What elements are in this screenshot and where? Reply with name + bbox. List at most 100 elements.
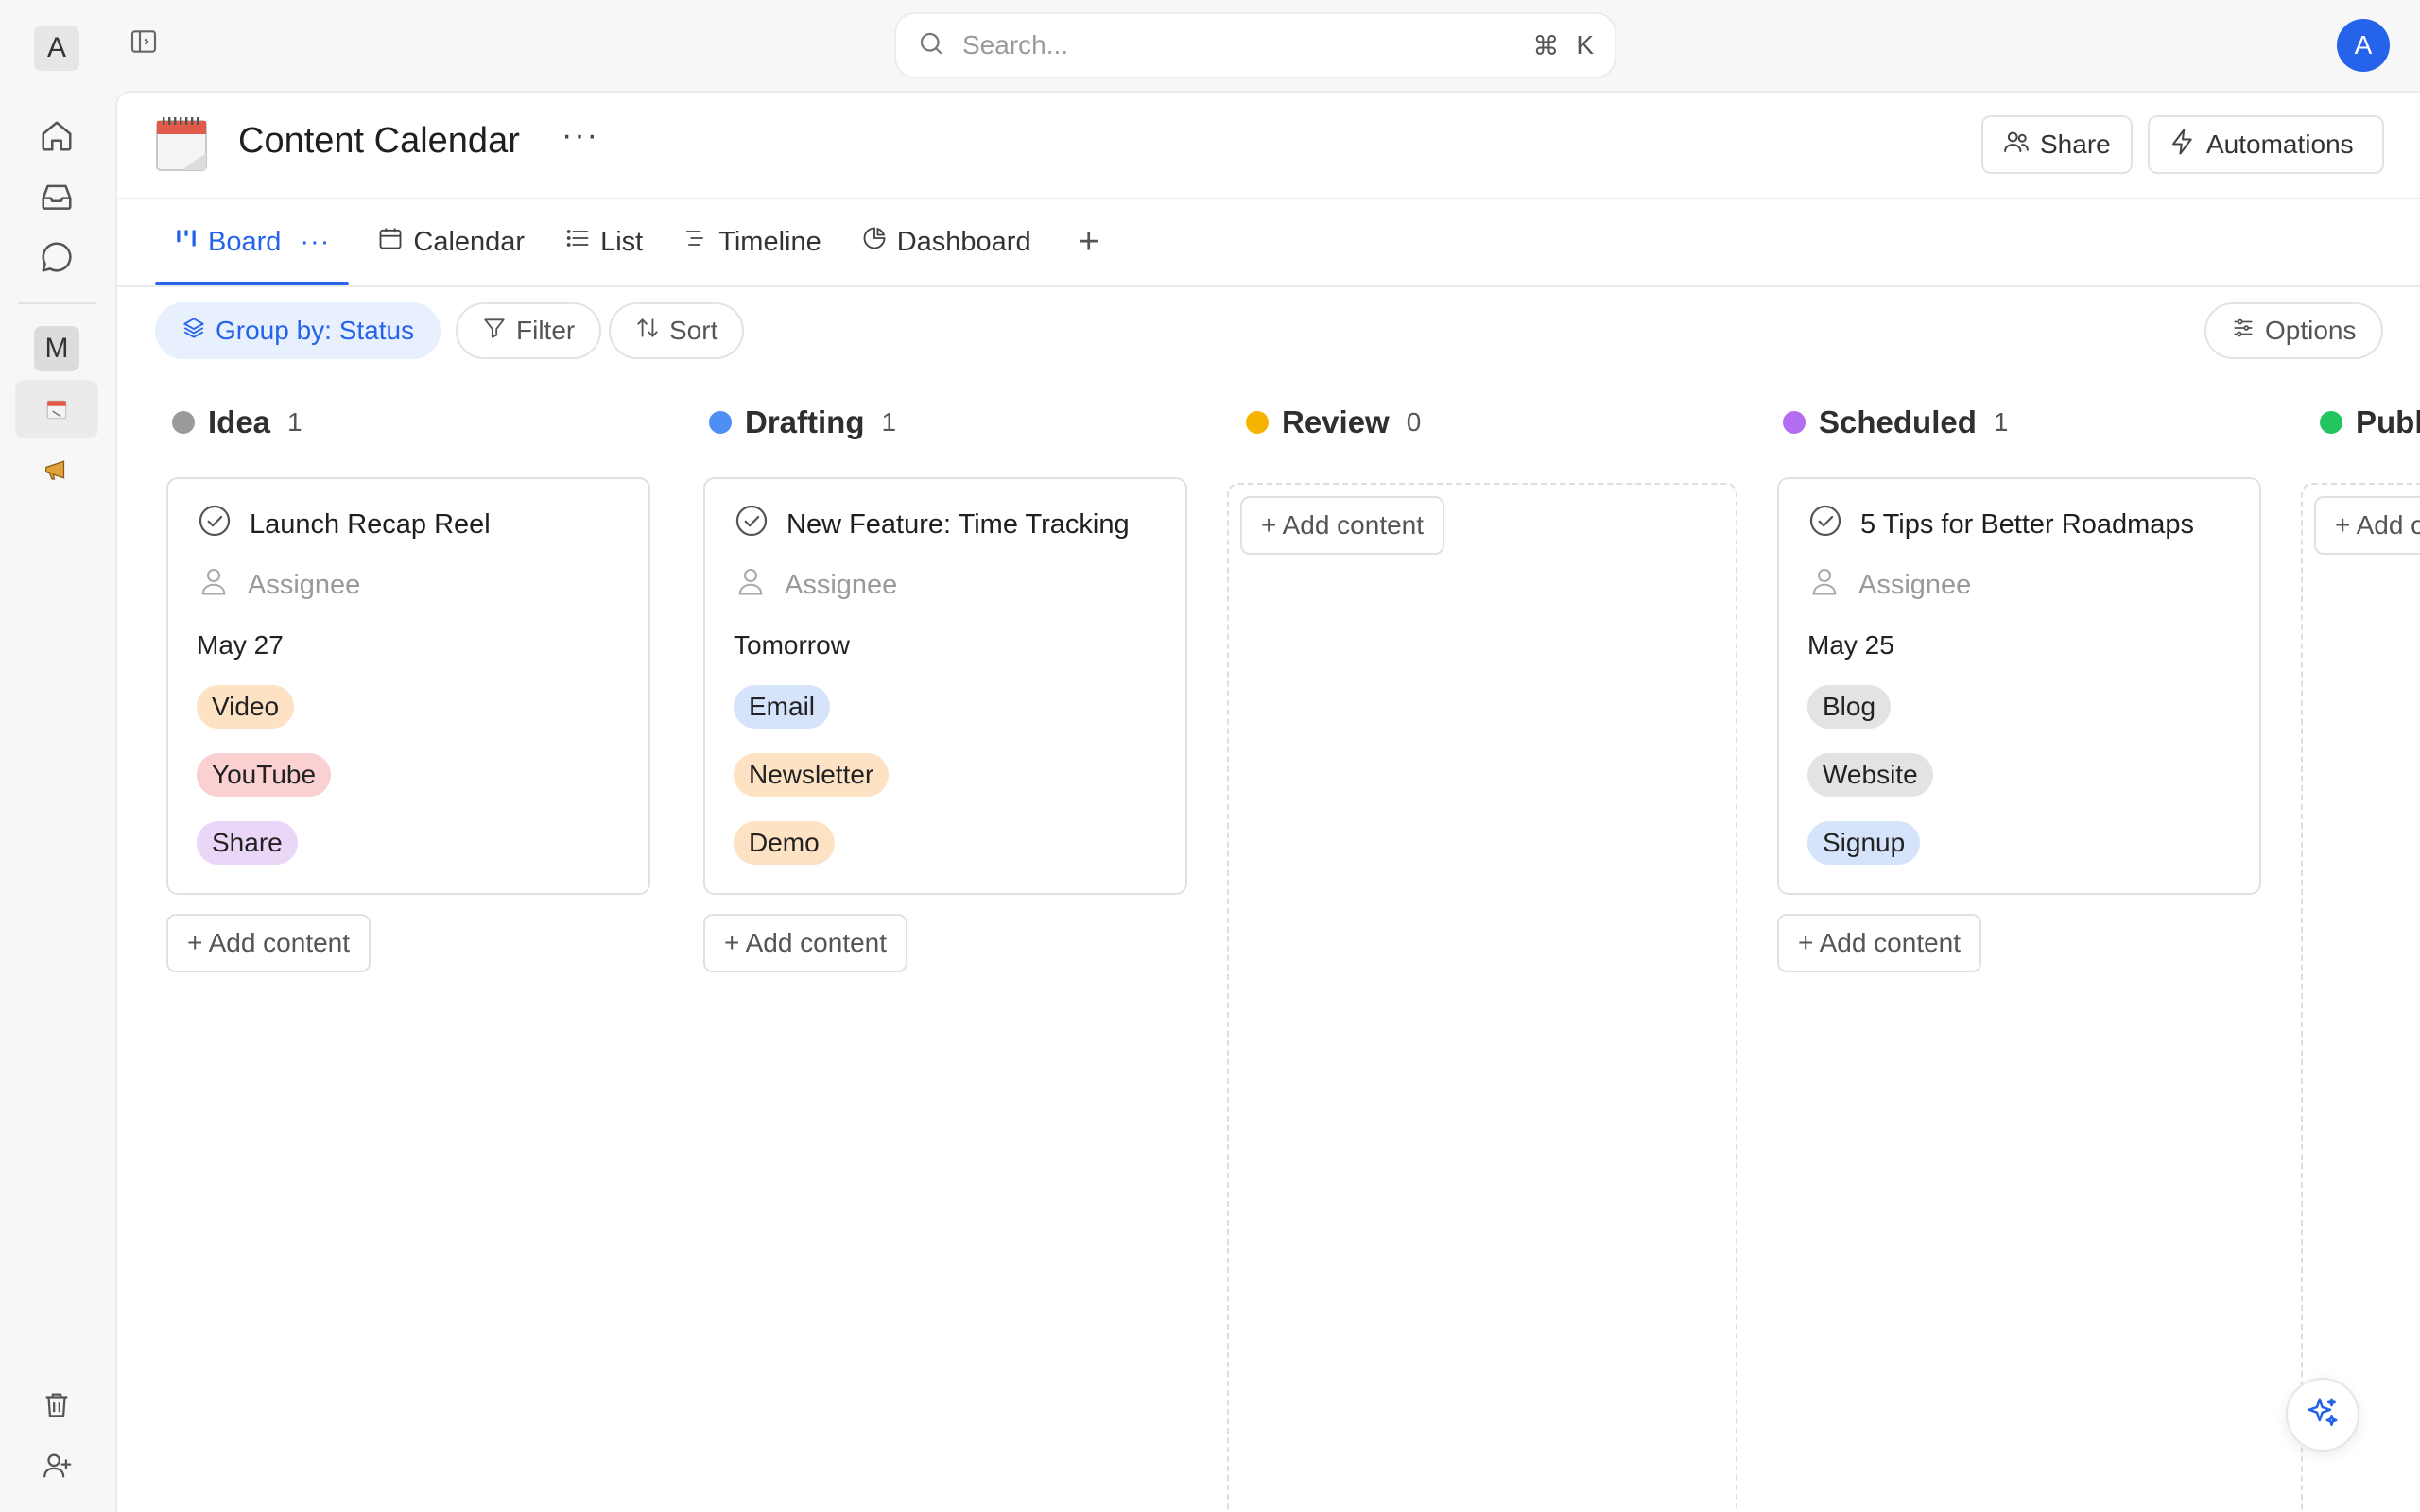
tab-list[interactable]: List — [564, 198, 643, 285]
column-title: Drafting — [745, 404, 865, 439]
status-dot — [172, 411, 195, 434]
card-date[interactable]: Tomorrow — [734, 627, 1157, 664]
check-circle-icon[interactable] — [1807, 503, 1843, 546]
card-date[interactable]: May 27 — [197, 627, 620, 664]
inbox-icon[interactable] — [35, 175, 78, 218]
group-by-button[interactable]: Group by: Status — [155, 302, 441, 359]
card-title: New Feature: Time Tracking — [786, 508, 1130, 540]
search-icon — [917, 29, 945, 62]
column-count: 1 — [1993, 407, 2009, 437]
tag-blog[interactable]: Blog — [1807, 685, 1892, 729]
calendar-page-icon — [155, 115, 208, 172]
search-input[interactable]: Search... ⌘ K — [894, 12, 1616, 78]
check-circle-icon[interactable] — [734, 503, 769, 546]
filter-icon — [482, 316, 507, 347]
search-placeholder: Search... — [962, 30, 1069, 60]
user-avatar[interactable]: A — [2337, 19, 2390, 72]
tag-demo[interactable]: Demo — [734, 821, 835, 865]
add-content-button[interactable]: + Add content — [1240, 496, 1445, 555]
column-title: Review — [1282, 404, 1390, 439]
add-content-button[interactable]: + Add content — [166, 914, 372, 972]
column-header-published: Publ — [2320, 404, 2420, 440]
tab-board[interactable]: Board ··· — [155, 198, 350, 285]
content-card[interactable]: Launch Recap Reel Assignee May 27 Video … — [166, 477, 650, 895]
trash-icon[interactable] — [35, 1383, 78, 1427]
assignee-field[interactable]: Assignee — [197, 566, 620, 604]
sort-label: Sort — [669, 316, 718, 345]
tab-dashboard-label: Dashboard — [896, 226, 1031, 257]
layers-icon — [182, 316, 206, 347]
sliders-icon — [2231, 316, 2256, 347]
tab-list-label: List — [600, 226, 644, 257]
tag-email[interactable]: Email — [734, 685, 831, 729]
pie-chart-icon — [861, 225, 888, 259]
ai-sparkle-button[interactable] — [2286, 1378, 2360, 1452]
main-panel: Content Calendar ··· Share Automations B… — [115, 91, 2420, 1512]
board-icon — [174, 226, 199, 258]
sort-button[interactable]: Sort — [609, 302, 745, 359]
share-button[interactable]: Share — [1981, 115, 2133, 174]
tab-dashboard[interactable]: Dashboard — [861, 198, 1031, 285]
column-header-review: Review 0 — [1246, 404, 1421, 440]
user-icon — [1807, 564, 1841, 606]
calendar-page-icon[interactable] — [15, 380, 98, 438]
sparkle-icon — [2305, 1395, 2341, 1435]
status-dot — [2320, 411, 2342, 434]
add-content-button[interactable]: + Add content — [703, 914, 908, 972]
sort-icon — [635, 316, 660, 347]
card-date[interactable]: May 25 — [1807, 627, 2231, 664]
column-count: 0 — [1406, 407, 1422, 437]
automations-label: Automations — [2206, 129, 2354, 159]
content-card[interactable]: New Feature: Time Tracking Assignee Tomo… — [703, 477, 1187, 895]
page-more-menu[interactable]: ··· — [562, 117, 599, 154]
shortcut-key: K — [1576, 30, 1594, 60]
card-title: Launch Recap Reel — [250, 508, 491, 540]
tag-signup[interactable]: Signup — [1807, 821, 1921, 865]
content-card[interactable]: 5 Tips for Better Roadmaps Assignee May … — [1777, 477, 2261, 895]
tab-timeline[interactable]: Timeline — [683, 198, 821, 285]
megaphone-icon[interactable] — [35, 448, 78, 491]
list-icon — [564, 225, 591, 259]
column-header-drafting: Drafting 1 — [709, 404, 896, 440]
check-circle-icon[interactable] — [197, 503, 233, 546]
tag-video[interactable]: Video — [197, 685, 295, 729]
options-button[interactable]: Options — [2204, 302, 2383, 359]
filter-button[interactable]: Filter — [456, 302, 602, 359]
empty-column-dropzone — [2301, 483, 2420, 1512]
timeline-icon — [683, 225, 709, 259]
add-content-button[interactable]: + Add content — [1777, 914, 1982, 972]
tabs-divider — [117, 285, 2420, 287]
share-label: Share — [2040, 129, 2111, 159]
invite-user-icon[interactable] — [35, 1444, 78, 1487]
tab-calendar[interactable]: Calendar — [377, 198, 525, 285]
add-view-button[interactable]: + — [1079, 222, 1099, 263]
tag-newsletter[interactable]: Newsletter — [734, 753, 890, 797]
rail-divider — [19, 302, 96, 304]
tab-calendar-label: Calendar — [413, 226, 526, 257]
chat-icon[interactable] — [35, 235, 78, 279]
column-title: Publ — [2356, 404, 2420, 439]
automations-button[interactable]: Automations — [2148, 115, 2384, 174]
view-tabs: Board ··· Calendar List Timeline Dashboa… — [155, 198, 1099, 285]
assignee-field[interactable]: Assignee — [1807, 566, 2231, 604]
tab-board-more[interactable]: ··· — [300, 227, 330, 258]
shortcut-command-icon: ⌘ — [1532, 30, 1560, 60]
tag-website[interactable]: Website — [1807, 753, 1933, 797]
workspace-badge[interactable]: A — [34, 26, 79, 71]
calendar-icon — [377, 225, 404, 259]
assignee-field[interactable]: Assignee — [734, 566, 1157, 604]
column-header-idea: Idea 1 — [172, 404, 302, 440]
tag-share[interactable]: Share — [197, 821, 298, 865]
status-dot — [709, 411, 732, 434]
lightning-icon — [2169, 128, 2197, 163]
sidebar-toggle-icon[interactable] — [125, 23, 163, 60]
home-icon[interactable] — [35, 114, 78, 158]
status-dot — [1246, 411, 1269, 434]
status-dot — [1783, 411, 1806, 434]
add-content-button[interactable]: + Add c — [2314, 496, 2420, 555]
tab-board-label: Board — [208, 226, 282, 257]
workspace-badge-m[interactable]: M — [34, 326, 79, 371]
tag-youtube[interactable]: YouTube — [197, 753, 332, 797]
empty-column-dropzone — [1227, 483, 1737, 1512]
column-count: 1 — [287, 407, 302, 437]
